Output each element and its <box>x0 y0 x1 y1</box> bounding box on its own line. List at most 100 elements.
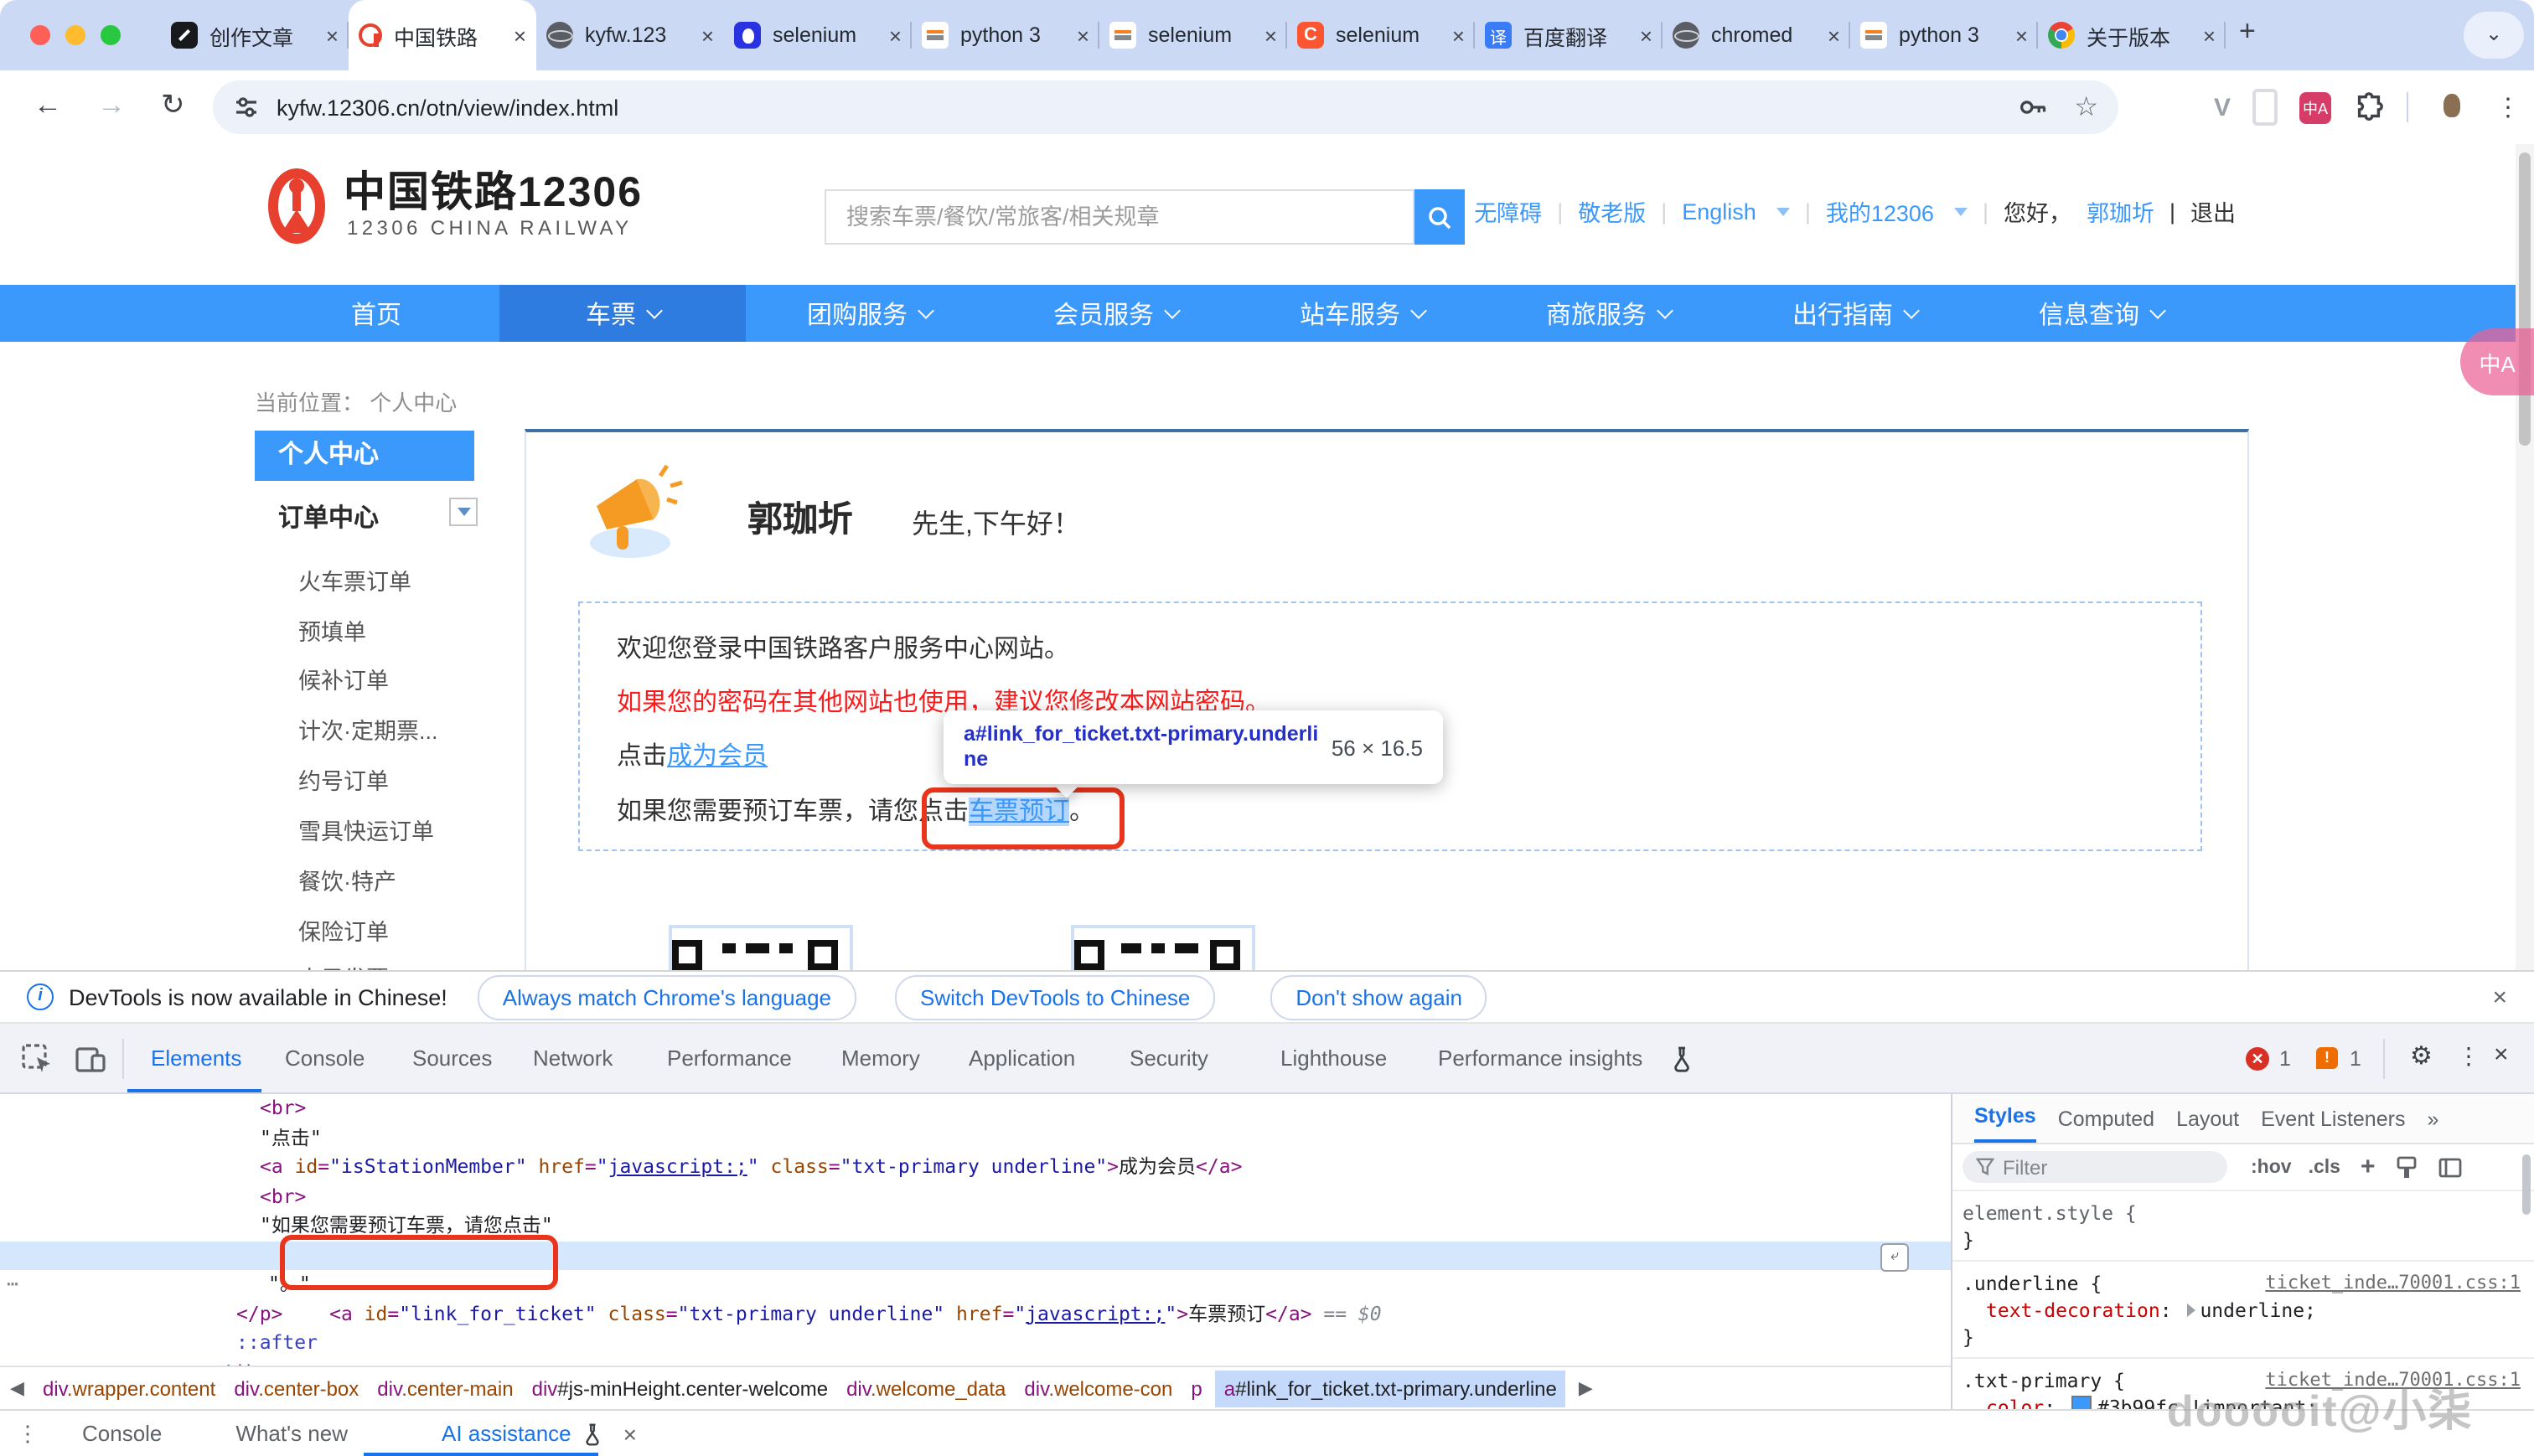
become-member-link[interactable]: 成为会员 <box>667 742 768 771</box>
code-line[interactable]: </p> <box>0 1299 1951 1329</box>
nav-guide[interactable]: 出行指南 <box>1731 285 1978 342</box>
crumb-item[interactable]: div#js-minHeight.center-welcome <box>532 1376 828 1400</box>
tab-event-listeners[interactable]: Event Listeners <box>2261 1107 2405 1130</box>
site-search-button[interactable] <box>1414 189 1465 245</box>
crumb-item[interactable]: div.wrapper.content <box>43 1376 215 1400</box>
tab-elements[interactable]: Elements <box>151 1024 241 1092</box>
nav-member[interactable]: 会员服务 <box>992 285 1239 342</box>
logout-link[interactable]: 退出 <box>2190 194 2236 228</box>
crumb-item[interactable]: div.welcome-con <box>1024 1376 1172 1400</box>
browser-tab[interactable]: python 3 × <box>1850 0 2038 70</box>
nav-station[interactable]: 站车服务 <box>1239 285 1485 342</box>
close-window-button[interactable] <box>30 25 50 45</box>
inspect-element-icon[interactable] <box>20 1042 54 1076</box>
element-style-rule[interactable]: element.style { } <box>1952 1191 2534 1262</box>
tab-close-icon[interactable]: × <box>889 23 902 48</box>
device-toolbar-icon[interactable] <box>74 1042 107 1076</box>
expand-triangle-icon[interactable] <box>2186 1304 2195 1317</box>
nav-info[interactable]: 信息查询 <box>1978 285 2224 342</box>
crumb-scroll-right-icon[interactable]: ▶ <box>1579 1377 1593 1399</box>
styles-filter-input[interactable]: Filter <box>1963 1151 2227 1183</box>
sidebar-item-personal-center[interactable]: 个人中心 <box>255 431 474 481</box>
extensions-puzzle-icon[interactable] <box>2353 91 2385 123</box>
crumb-item[interactable]: p <box>1191 1376 1202 1400</box>
translate-fab[interactable]: 中A <box>2460 328 2534 395</box>
nav-group-buy[interactable]: 团购服务 <box>746 285 992 342</box>
english-link[interactable]: English <box>1682 199 1756 224</box>
sidebar-item-pass-tickets[interactable]: 计次·定期票... <box>298 712 438 746</box>
switch-chinese-button[interactable]: Switch DevTools to Chinese <box>895 974 1215 1020</box>
tab-console[interactable]: Console <box>285 1024 365 1092</box>
drawer-tab-console[interactable]: Console <box>82 1421 162 1446</box>
color-swatch[interactable] <box>2072 1396 2092 1409</box>
reload-icon[interactable]: ↻ <box>161 89 185 122</box>
sidebar-item-ski-express[interactable]: 雪具快运订单 <box>298 813 434 846</box>
error-count[interactable]: 1 <box>2279 1047 2291 1071</box>
tab-lighthouse[interactable]: Lighthouse <box>1280 1024 1387 1092</box>
browser-tab[interactable]: 关于版本 × <box>2038 0 2226 70</box>
drawer-menu-dots-icon[interactable]: ⋮ <box>17 1420 39 1447</box>
nav-business[interactable]: 商旅服务 <box>1485 285 1731 342</box>
bookmark-star-icon[interactable]: ☆ <box>2074 90 2098 124</box>
elder-version-link[interactable]: 敬老版 <box>1578 194 1646 228</box>
tab-sources[interactable]: Sources <box>412 1024 492 1092</box>
tab-close-icon[interactable]: × <box>1828 23 1840 48</box>
browser-tab[interactable]: 译 百度翻译 × <box>1475 0 1663 70</box>
back-icon[interactable]: ← <box>34 89 62 122</box>
sidebar-item-waitlist[interactable]: 候补订单 <box>298 662 389 695</box>
new-style-rule-icon[interactable]: + <box>2361 1153 2376 1181</box>
translate-ext-icon[interactable]: 中A <box>2299 91 2331 123</box>
mobile-ext-icon[interactable] <box>2252 89 2278 126</box>
drawer-close-icon[interactable]: × <box>623 1420 637 1447</box>
browser-tab[interactable]: python 3 × <box>912 0 1099 70</box>
code-line[interactable]: <br> <box>0 1182 1951 1211</box>
key-icon[interactable] <box>2017 92 2047 122</box>
accessibility-link[interactable]: 无障碍 <box>1474 194 1542 228</box>
tune-icon[interactable] <box>233 94 260 121</box>
sidebar-item-reserved[interactable]: 约号订单 <box>298 762 389 796</box>
more-tabs-icon[interactable]: » <box>2427 1107 2438 1130</box>
site-search-input[interactable] <box>826 204 1413 230</box>
tab-close-icon[interactable]: × <box>701 23 714 48</box>
browser-tab[interactable]: 创作文章 × <box>161 0 349 70</box>
tab-close-icon[interactable]: × <box>2203 23 2216 48</box>
browser-tab[interactable]: chromed × <box>1663 0 1850 70</box>
tab-close-icon[interactable]: × <box>2015 23 2028 48</box>
toggle-panel-icon[interactable] <box>2438 1155 2462 1179</box>
tab-performance-insights[interactable]: Performance insights <box>1438 1024 1642 1092</box>
profile-avatar[interactable] <box>2430 85 2474 129</box>
collapse-toggle-icon[interactable] <box>449 498 478 526</box>
tab-computed[interactable]: Computed <box>2058 1107 2154 1130</box>
my-12306-link[interactable]: 我的12306 <box>1826 194 1934 228</box>
stylesheet-link[interactable]: ticket_inde…70001.css:1 <box>2265 1270 2521 1297</box>
crumb-item[interactable]: div.center-box <box>234 1376 359 1400</box>
vue-devtools-icon[interactable]: V <box>2214 93 2231 121</box>
forward-icon[interactable]: → <box>97 89 126 122</box>
sidebar-item-insurance[interactable]: 保险订单 <box>298 913 389 947</box>
code-line[interactable]: <br> <box>0 1094 1951 1123</box>
issues-badge-icon[interactable]: ! <box>2316 1047 2338 1069</box>
cls-toggle[interactable]: .cls <box>2309 1157 2340 1177</box>
maximize-window-button[interactable] <box>101 25 121 45</box>
tab-performance[interactable]: Performance <box>667 1024 792 1092</box>
tab-styles[interactable]: Styles <box>1974 1095 2036 1143</box>
match-language-button[interactable]: Always match Chrome's language <box>478 974 856 1020</box>
tab-close-icon[interactable]: × <box>1452 23 1465 48</box>
site-search-box[interactable] <box>825 189 1414 245</box>
nav-home[interactable]: 首页 <box>253 285 499 342</box>
crumb-item[interactable]: div.welcome_data <box>846 1376 1006 1400</box>
tab-memory[interactable]: Memory <box>841 1024 920 1092</box>
tab-layout[interactable]: Layout <box>2176 1107 2239 1130</box>
tab-close-icon[interactable]: × <box>514 23 526 48</box>
crumb-item[interactable]: div.center-main <box>377 1376 513 1400</box>
styles-scrollbar[interactable] <box>2522 1154 2531 1215</box>
tab-close-icon[interactable]: × <box>326 23 339 48</box>
code-line[interactable]: "点击" <box>0 1123 1951 1153</box>
sidebar-item-invoice[interactable]: 电子发票 <box>298 960 389 970</box>
code-line[interactable]: <a id="isStationMember" href="javascript… <box>0 1153 1951 1182</box>
settings-gear-icon[interactable]: ⚙ <box>2410 1040 2433 1071</box>
tab-network[interactable]: Network <box>533 1024 613 1092</box>
browser-tab[interactable]: selenium × <box>724 0 912 70</box>
tab-search-button[interactable]: ⌄ <box>2464 12 2524 59</box>
menu-dots-icon[interactable]: ⋮ <box>2495 92 2521 122</box>
